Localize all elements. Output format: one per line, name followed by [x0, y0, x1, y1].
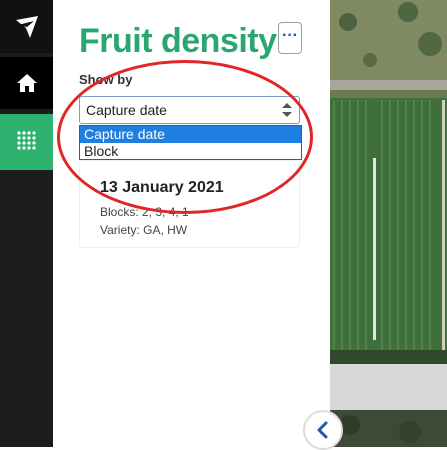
side-panel: Fruit density ··· Show by Capture date C… — [53, 0, 330, 447]
chevron-left-icon — [317, 421, 328, 439]
home-button[interactable] — [0, 57, 53, 109]
card-date: 13 January 2021 — [100, 179, 224, 196]
select-arrows-icon — [282, 103, 292, 117]
show-by-select[interactable]: Capture date — [79, 96, 300, 124]
grid-dots-icon — [16, 131, 36, 150]
capture-card[interactable]: 13 January 2021 Blocks: 2, 3, 4, 1 Varie… — [79, 160, 300, 248]
map-image — [330, 0, 447, 447]
card-blocks: Blocks: 2, 3, 4, 1 — [100, 205, 189, 219]
collapse-panel-button[interactable] — [303, 410, 343, 450]
satellite-map[interactable] — [330, 0, 447, 447]
card-variety: Variety: GA, HW — [100, 223, 188, 237]
option-block[interactable]: Block — [80, 143, 301, 160]
logo-icon — [15, 15, 38, 38]
show-by-dropdown: Capture date Block — [79, 125, 302, 160]
home-icon — [16, 74, 37, 92]
select-value: Capture date — [86, 102, 167, 118]
nav-rail — [0, 0, 53, 447]
fruit-density-button[interactable] — [0, 114, 53, 170]
show-by-label: Show by — [79, 72, 133, 87]
option-capture-date[interactable]: Capture date — [80, 126, 301, 143]
page-title: Fruit density — [79, 22, 277, 60]
logo-button[interactable] — [0, 0, 53, 53]
more-options-button[interactable]: ··· — [278, 22, 302, 54]
